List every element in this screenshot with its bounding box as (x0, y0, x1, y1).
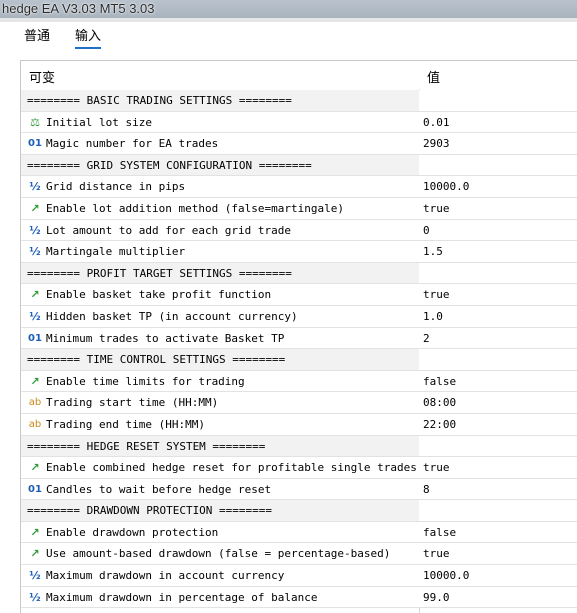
fraction-icon: ½ (29, 180, 41, 194)
variable-name: Magic number for EA trades (46, 137, 219, 151)
variable-name: Enable time limits for trading (46, 374, 245, 388)
variable-name: Hidden basket TP (in account currency) (46, 309, 298, 323)
table-body: ======== BASIC TRADING SETTINGS ========… (21, 90, 577, 609)
section-title: ======== BASIC TRADING SETTINGS ======== (27, 94, 292, 107)
variable-value[interactable]: true (423, 202, 450, 215)
table-row[interactable]: ½ Lot amount to add for each grid trade 0 (21, 219, 577, 242)
variable-value[interactable]: true (423, 288, 450, 301)
variable-name: Lot amount to add for each grid trade (46, 223, 292, 237)
fraction-icon: ½ (29, 245, 41, 259)
variable-value[interactable]: false (423, 526, 456, 539)
table-row[interactable]: 01 Magic number for EA trades 2903 (21, 133, 577, 155)
table-row[interactable]: ½ Grid distance in pips 10000.0 (21, 176, 577, 198)
table-row[interactable]: ⚖ Initial lot size 0.01 (21, 111, 577, 134)
fraction-icon: ½ (29, 590, 41, 604)
variable-value[interactable]: 8 (423, 483, 430, 496)
variable-value[interactable]: 10000.0 (423, 569, 469, 582)
variable-name: Initial lot size (46, 115, 152, 129)
empty-value-cell (419, 435, 577, 457)
section-title: ======== PROFIT TARGET SETTINGS ======== (27, 266, 292, 280)
table-row[interactable]: ↗ Enable lot addition method (false=marti… (21, 197, 577, 220)
bool-icon: ↗ (30, 547, 40, 561)
variable-name: Use amount-based drawdown (false = perce… (46, 547, 391, 561)
section-separator-row: ======== PROFIT TARGET SETTINGS ======== (21, 262, 577, 285)
integer-icon: 01 (28, 138, 42, 150)
variable-name: Candles to wait before hedge reset (46, 482, 272, 496)
variable-value[interactable]: true (423, 547, 450, 560)
variable-name: Martingale multiplier (46, 245, 186, 259)
variable-value[interactable]: 2903 (423, 137, 450, 150)
variable-value[interactable]: 1.5 (423, 245, 443, 258)
empty-value-cell (419, 262, 577, 284)
bool-icon: ↗ (30, 461, 40, 475)
variable-name: Enable basket take profit function (46, 288, 272, 302)
variable-value[interactable]: true (423, 461, 450, 474)
bool-icon: ↗ (30, 288, 40, 302)
tab-inputs[interactable]: 输入 (75, 29, 102, 49)
fraction-icon: ½ (29, 309, 41, 323)
tab-bar: 普通 输入 (0, 22, 577, 54)
table-row[interactable]: ½ Maximum drawdown in account currency 100… (21, 565, 577, 587)
variable-name: Trading end time (HH:MM) (46, 417, 205, 431)
empty-value-cell (419, 349, 577, 370)
bool-icon: ↗ (30, 525, 40, 539)
empty-value-cell (419, 500, 577, 521)
variable-value[interactable]: 0.01 (423, 116, 450, 129)
variable-name: Enable drawdown protection (46, 525, 219, 539)
table-row[interactable]: 01 Minimum trades to activate Basket TP 2 (21, 327, 577, 350)
integer-icon: 01 (28, 483, 42, 495)
variable-name: Minimum trades to activate Basket TP (46, 331, 285, 345)
variable-value[interactable]: 2 (423, 332, 430, 345)
fraction-icon: ½ (29, 569, 41, 583)
table-row[interactable]: ab Trading start time (HH:MM) 08:00 (21, 392, 577, 414)
variable-value[interactable]: 22:00 (423, 418, 456, 431)
variable-value[interactable]: false (423, 375, 456, 388)
variable-value[interactable]: 10000.0 (423, 180, 469, 193)
empty-value-cell (419, 154, 577, 176)
variable-name: Enable combined hedge reset for profitab… (46, 461, 416, 475)
table-row[interactable]: ½ Maximum drawdown in percentage of balan… (21, 586, 577, 609)
bool-icon: ↗ (30, 374, 40, 388)
inputs-table: 可变 值 ======== BASIC TRADING SETTINGS ===… (20, 60, 577, 613)
variable-value[interactable]: 0 (423, 224, 430, 237)
variable-name: Maximum drawdown in percentage of balanc… (46, 590, 318, 604)
bool-icon: ↗ (30, 201, 40, 215)
lot-icon: ⚖ (30, 115, 40, 129)
tab-general[interactable]: 普通 (24, 29, 50, 49)
table-row[interactable]: ↗ Enable basket take profit function true (21, 284, 577, 306)
section-title: ======== TIME CONTROL SETTINGS ======== (27, 353, 286, 367)
section-separator-row: ======== HEDGE RESET SYSTEM ======== (21, 435, 577, 458)
variable-value[interactable]: 99.0 (423, 591, 450, 604)
table-row[interactable]: ½ Hidden basket TP (in account currency) 1… (21, 305, 577, 328)
empty-value-cell (419, 90, 577, 111)
table-row[interactable]: ½ Martingale multiplier 1.5 (21, 241, 577, 263)
column-header-value[interactable]: 值 (427, 67, 440, 86)
variable-name: Maximum drawdown in account currency (46, 569, 285, 583)
table-row[interactable]: ↗ Enable combined hedge reset for profita… (21, 457, 577, 479)
variable-value[interactable]: 1.0 (423, 310, 443, 323)
variable-name: Enable lot addition method (false=martin… (46, 201, 345, 215)
variable-value[interactable]: 08:00 (423, 396, 456, 409)
window-title: hedge EA V3.03 MT5 3.03 (0, 0, 577, 22)
section-title: ======== HEDGE RESET SYSTEM ======== (27, 439, 266, 453)
table-row[interactable]: ↗ Use amount-based drawdown (false = perc… (21, 543, 577, 566)
table-row[interactable]: 01 Candles to wait before hedge reset 8 (21, 478, 577, 501)
table-header: 可变 值 (21, 61, 577, 89)
table-row[interactable]: ↗ Enable time limits for trading false (21, 370, 577, 393)
table-row[interactable]: ab Trading end time (HH:MM) 22:00 (21, 413, 577, 436)
section-separator-row: ======== DRAWDOWN PROTECTION ======== (21, 500, 577, 522)
variable-name: Grid distance in pips (46, 180, 186, 194)
column-header-variable[interactable]: 可变 (29, 67, 55, 86)
variable-name: Trading start time (HH:MM) (46, 396, 219, 410)
string-icon: ab (28, 397, 42, 409)
section-separator-row: ======== GRID SYSTEM CONFIGURATION =====… (21, 154, 577, 177)
table-row[interactable]: ↗ Enable drawdown protection false (21, 521, 577, 544)
section-separator-row: ======== TIME CONTROL SETTINGS ======== (21, 349, 577, 371)
section-separator-row: ======== BASIC TRADING SETTINGS ======== (21, 90, 577, 112)
string-icon: ab (28, 418, 42, 430)
section-title: ======== DRAWDOWN PROTECTION ======== (27, 504, 273, 518)
integer-icon: 01 (28, 332, 42, 344)
fraction-icon: ½ (29, 223, 41, 237)
section-title: ======== GRID SYSTEM CONFIGURATION =====… (27, 158, 312, 172)
